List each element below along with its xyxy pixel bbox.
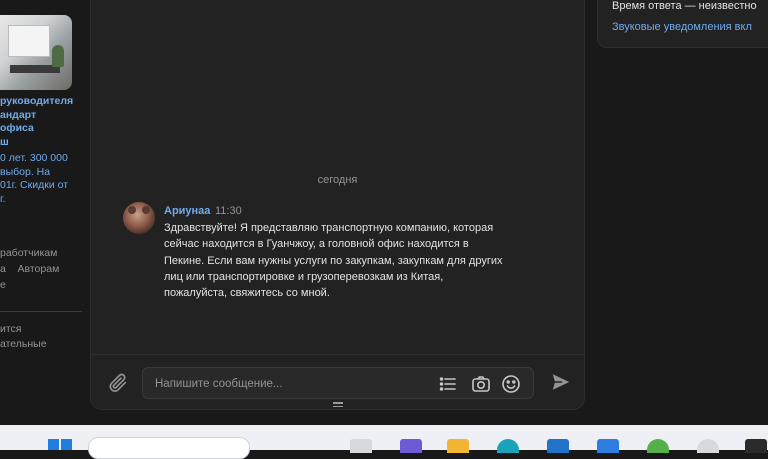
ad-desc-line: г. <box>0 192 6 205</box>
footer-links: работчикам а Авторам е <box>0 245 85 293</box>
teams-icon[interactable] <box>400 439 422 453</box>
taskbar-search[interactable] <box>88 437 250 459</box>
camera-icon[interactable] <box>471 374 491 394</box>
edge-icon[interactable] <box>497 439 519 453</box>
ad-desc-line: выбор. На <box>0 165 51 178</box>
footer-line[interactable]: ательные <box>0 337 85 352</box>
app-icon[interactable] <box>745 439 767 453</box>
drag-handle-line <box>333 405 343 407</box>
ad-desc-line: 01г. Скидки от <box>0 179 69 191</box>
taskbar <box>0 425 768 459</box>
send-icon[interactable] <box>550 371 572 393</box>
ad-title[interactable]: руководителя андарт офиса ш <box>0 95 85 149</box>
task-view-icon[interactable] <box>350 439 372 453</box>
paperclip-icon[interactable] <box>107 372 129 394</box>
right-info-card: Время ответа — неизвестно Звуковые уведо… <box>597 0 768 48</box>
avatar-ear <box>128 206 136 214</box>
emoji-icon[interactable] <box>501 374 521 394</box>
ad-title-line: руководителя <box>0 95 74 107</box>
ad-desc-line: 0 лет. 300 000 <box>0 152 68 164</box>
footer-line[interactable]: ится <box>0 322 85 337</box>
response-time-text: Время ответа — неизвестно <box>612 0 757 12</box>
drag-handle-line <box>333 402 343 404</box>
footer-link[interactable]: а Авторам <box>0 261 85 277</box>
message-text: Здравствуйте! Я представляю транспортную… <box>164 222 503 300</box>
drag-handle-icon[interactable] <box>333 402 343 408</box>
ad-title-line: андарт <box>0 108 37 121</box>
store-icon[interactable] <box>547 439 569 453</box>
message-input[interactable] <box>153 368 437 400</box>
list-icon[interactable] <box>438 374 458 394</box>
avatar[interactable] <box>123 202 155 234</box>
date-separator: сегодня <box>317 174 358 186</box>
ad-image[interactable] <box>0 15 72 90</box>
sound-notifications-link[interactable]: Звуковые уведомления вкл <box>612 21 752 33</box>
ad-image-window <box>8 25 50 57</box>
chat-panel: сегодня Ариунаа 11:30 Здравствуйте! Я пр… <box>90 0 585 410</box>
divider <box>0 311 82 312</box>
ad-title-line: ш <box>0 135 9 148</box>
mail-icon[interactable] <box>597 439 619 453</box>
message-input-box <box>142 367 534 400</box>
avatar-ear <box>142 206 150 214</box>
file-explorer-icon[interactable] <box>447 439 469 453</box>
app-icon[interactable] <box>697 439 719 453</box>
windows-start-icon[interactable] <box>48 439 72 450</box>
footer-link[interactable]: е <box>0 277 85 293</box>
message-time: 11:30 <box>215 205 242 217</box>
message-sender[interactable]: Ариунаа <box>164 205 210 217</box>
ad-title-line: офиса <box>0 122 34 134</box>
app-icon[interactable] <box>647 439 669 453</box>
ad-image-plant <box>52 45 64 67</box>
left-column: руководителя андарт офиса ш 0 лет. 300 0… <box>0 0 85 420</box>
composer-divider <box>91 354 584 355</box>
footer-link[interactable]: работчикам <box>0 245 85 261</box>
footer-text: ится ательные <box>0 322 85 352</box>
ad-description[interactable]: 0 лет. 300 000 выбор. На 01г. Скидки от … <box>0 152 85 206</box>
